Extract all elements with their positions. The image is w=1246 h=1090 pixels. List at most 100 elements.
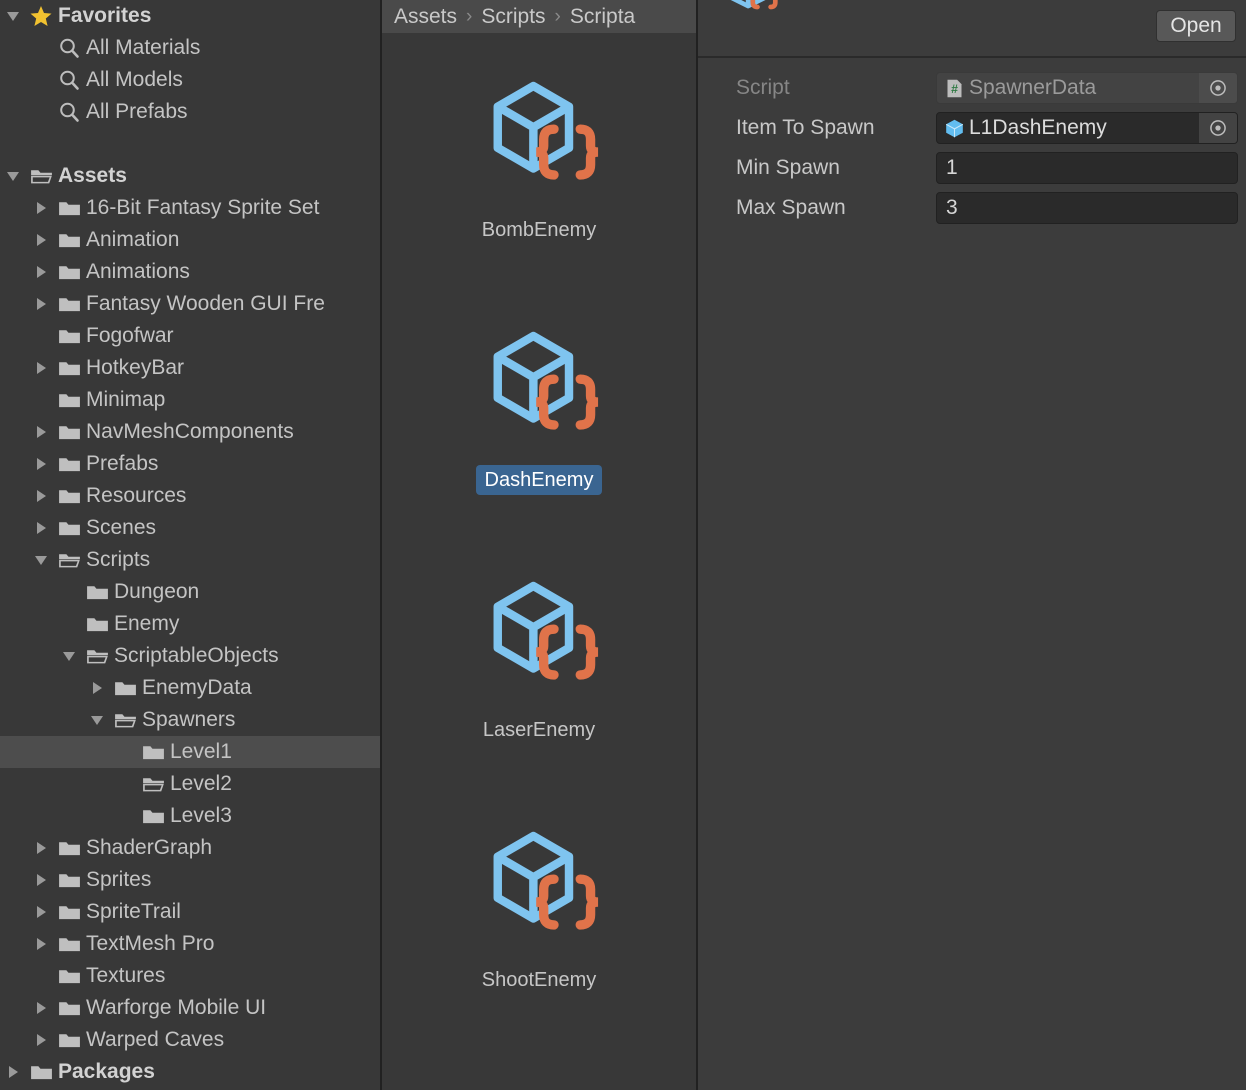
object-field[interactable]: L1DashEnemy	[936, 112, 1238, 144]
asset-grid-item[interactable]: DashEnemy	[382, 283, 696, 533]
asset-grid-item[interactable]: BombEnemy	[382, 33, 696, 283]
tree-item-enemy[interactable]: Enemy	[0, 608, 380, 640]
tree-item-all-models[interactable]: All Models	[0, 64, 380, 96]
chevron-right-icon[interactable]	[28, 896, 54, 928]
tree-item-16-bit-fantasy-sprite-set[interactable]: 16-Bit Fantasy Sprite Set	[0, 192, 380, 224]
tree-item-label: 16-Bit Fantasy Sprite Set	[86, 196, 320, 219]
breadcrumb-item-0[interactable]: Assets	[394, 5, 457, 29]
search-icon	[54, 64, 84, 96]
tree-item-dungeon[interactable]: Dungeon	[0, 576, 380, 608]
folder-icon	[54, 992, 84, 1024]
folder-icon	[54, 416, 84, 448]
folder-icon	[138, 800, 168, 832]
chevron-right-icon[interactable]	[28, 448, 54, 480]
asset-grid-item[interactable]: LaserEnemy	[382, 533, 696, 783]
object-picker-icon[interactable]	[1199, 73, 1237, 103]
tree-item-textures[interactable]: Textures	[0, 960, 380, 992]
breadcrumb-item-2[interactable]: Scripta	[570, 5, 635, 29]
tree-item-scenes[interactable]: Scenes	[0, 512, 380, 544]
tree-item-scriptableobjects[interactable]: ScriptableObjects	[0, 640, 380, 672]
tree-item-warforge-mobile-ui[interactable]: Warforge Mobile UI	[0, 992, 380, 1024]
folder-icon	[54, 192, 84, 224]
tree-item-spritetrail[interactable]: SpriteTrail	[0, 896, 380, 928]
chevron-right-icon[interactable]	[28, 416, 54, 448]
asset-grid-item[interactable]: ShootEnemy	[382, 783, 696, 1033]
tree-item-label: Prefabs	[86, 452, 159, 475]
breadcrumb[interactable]: Assets › Scripts › Scripta	[382, 0, 696, 33]
tree-item-all-materials[interactable]: All Materials	[0, 32, 380, 64]
tree-item-label: All Prefabs	[86, 100, 188, 123]
chevron-down-icon[interactable]	[0, 160, 26, 192]
chevron-right-icon[interactable]	[0, 1056, 26, 1088]
tree-item-assets[interactable]: Assets	[0, 160, 380, 192]
tree-item-favorites[interactable]: Favorites	[0, 0, 380, 32]
open-button[interactable]: Open	[1156, 10, 1236, 42]
tree-item-fogofwar[interactable]: Fogofwar	[0, 320, 380, 352]
folder-icon	[82, 608, 112, 640]
chevron-right-icon[interactable]	[28, 192, 54, 224]
chevron-right-icon[interactable]	[28, 832, 54, 864]
tree-item-resources[interactable]: Resources	[0, 480, 380, 512]
number-field-value[interactable]: 1	[946, 156, 958, 180]
chevron-right-icon[interactable]	[28, 224, 54, 256]
breadcrumb-item-1[interactable]: Scripts	[481, 5, 545, 29]
number-field[interactable]: 3	[936, 192, 1238, 224]
folder-icon	[54, 448, 84, 480]
tree-item-label: EnemyData	[142, 676, 252, 699]
asset-grid-item-label[interactable]: BombEnemy	[473, 215, 606, 245]
tree-item-level1[interactable]: Level1	[0, 736, 380, 768]
chevron-right-icon[interactable]	[28, 928, 54, 960]
tree-item-label: Animations	[86, 260, 190, 283]
tree-item-level3[interactable]: Level3	[0, 800, 380, 832]
tree-item-prefabs[interactable]: Prefabs	[0, 448, 380, 480]
tree-item-hotkeybar[interactable]: HotkeyBar	[0, 352, 380, 384]
tree-item-enemydata[interactable]: EnemyData	[0, 672, 380, 704]
tree-item-warped-caves[interactable]: Warped Caves	[0, 1024, 380, 1056]
object-picker-icon[interactable]	[1199, 113, 1237, 143]
tree-item-animations[interactable]: Animations	[0, 256, 380, 288]
chevron-right-icon[interactable]	[28, 352, 54, 384]
search-icon	[54, 96, 84, 128]
asset-grid-panel[interactable]: Assets › Scripts › Scripta BombEnemy DashEne…	[380, 0, 698, 1090]
chevron-down-icon[interactable]	[0, 0, 26, 32]
folder-open-icon	[26, 160, 56, 192]
chevron-right-icon[interactable]	[84, 672, 110, 704]
project-tree-panel[interactable]: Favorites All Materials All Models All Pref…	[0, 0, 380, 1090]
tree-item-label: Animation	[86, 228, 180, 251]
chevron-down-icon[interactable]	[84, 704, 110, 736]
tree-item-level2[interactable]: Level2	[0, 768, 380, 800]
inspector-panel[interactable]: Open Script # SpawnerData Item To Spawn L1Da…	[698, 0, 1246, 1090]
chevron-right-icon[interactable]	[28, 256, 54, 288]
chevron-right-icon[interactable]	[28, 1024, 54, 1056]
tree-item-scripts[interactable]: Scripts	[0, 544, 380, 576]
tree-item-navmeshcomponents[interactable]: NavMeshComponents	[0, 416, 380, 448]
chevron-right-icon[interactable]	[28, 512, 54, 544]
tree-item-all-prefabs[interactable]: All Prefabs	[0, 96, 380, 128]
tree-item-packages[interactable]: Packages	[0, 1056, 380, 1088]
folder-icon	[54, 288, 84, 320]
number-field[interactable]: 1	[936, 152, 1238, 184]
tree-item-shadergraph[interactable]: ShaderGraph	[0, 832, 380, 864]
tree-item-sprites[interactable]: Sprites	[0, 864, 380, 896]
chevron-right-icon[interactable]	[28, 864, 54, 896]
asset-grid-item-label[interactable]: DashEnemy	[475, 465, 603, 495]
tree-item-minimap[interactable]: Minimap	[0, 384, 380, 416]
tree-item-label: Level3	[170, 804, 232, 827]
scriptable-object-icon	[720, 0, 780, 22]
chevron-down-icon[interactable]	[28, 544, 54, 576]
tree-item-textmesh-pro[interactable]: TextMesh Pro	[0, 928, 380, 960]
tree-item-fantasy-wooden-gui-fre[interactable]: Fantasy Wooden GUI Fre	[0, 288, 380, 320]
asset-grid-item-label[interactable]: LaserEnemy	[474, 715, 604, 745]
chevron-right-icon[interactable]	[28, 480, 54, 512]
tree-item-label: Minimap	[86, 388, 166, 411]
number-field-value[interactable]: 3	[946, 196, 958, 220]
tree-item-spawners[interactable]: Spawners	[0, 704, 380, 736]
chevron-right-icon[interactable]	[28, 288, 54, 320]
asset-grid-item-label[interactable]: ShootEnemy	[473, 965, 606, 995]
tree-item-animation[interactable]: Animation	[0, 224, 380, 256]
chevron-down-icon[interactable]	[56, 640, 82, 672]
chevron-right-icon[interactable]	[28, 992, 54, 1024]
